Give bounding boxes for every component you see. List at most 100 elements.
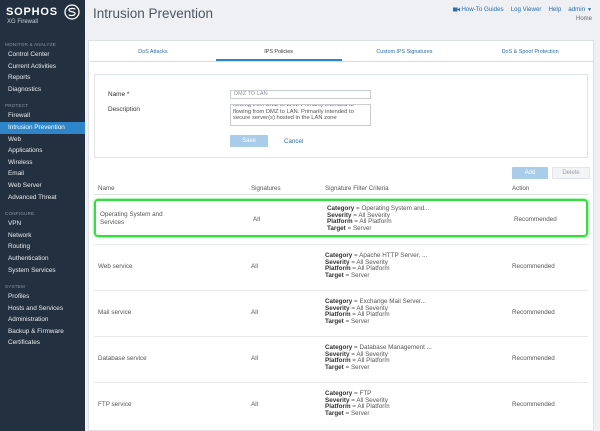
sidebar-item-advanced-threat[interactable]: Advanced Threat	[0, 192, 85, 204]
sidebar-item-intrusion-prevention[interactable]: Intrusion Prevention	[0, 121, 85, 134]
home-link[interactable]: Home	[576, 16, 592, 22]
page-title: Intrusion Prevention	[93, 6, 214, 21]
sidebar-item-vpn[interactable]: VPN	[0, 218, 85, 230]
rule-criteria: Category = FTP Severity = All Severity P…	[325, 390, 390, 417]
brand: SOPHOS XG Firewall	[0, 0, 85, 34]
rule-criteria: Category = Apache HTTP Server, ... Sever…	[325, 252, 427, 279]
help-link[interactable]: Help	[548, 6, 561, 13]
table-row[interactable]: Database service All Category = Database…	[94, 336, 588, 380]
rule-name: Mail service	[98, 309, 132, 316]
tab-dos-spoof-protection[interactable]: DoS & Spoof Protection	[467, 44, 593, 61]
sidebar-section-title: Protect	[5, 103, 29, 109]
sidebar-item-current-activities[interactable]: Current Activities	[0, 61, 85, 73]
sidebar-section-protect: Protect Firewall Intrusion Prevention We…	[0, 102, 85, 203]
rule-name: Web service	[98, 263, 133, 270]
sidebar-item-web[interactable]: Web	[0, 134, 85, 146]
description-textarea[interactable]: flowing from DMZ to LAN. Primarily inten…	[230, 104, 371, 126]
sidebar-section-title: System	[5, 284, 26, 290]
sidebar-section-system: System Profiles Hosts and Services Admin…	[0, 283, 85, 349]
rule-action: Recommended	[512, 309, 555, 316]
table-row[interactable]: FTP service All Category = FTP Severity …	[94, 382, 588, 426]
description-label: Description	[108, 106, 140, 113]
sidebar-item-control-center[interactable]: Control Center	[0, 49, 85, 61]
criteria-target: = Server	[345, 317, 370, 325]
sidebar: SOPHOS XG Firewall Monitor & Analyze Con…	[0, 0, 85, 431]
sidebar-item-administration[interactable]: Administration	[0, 314, 85, 326]
sidebar-item-certificates[interactable]: Certificates	[0, 337, 85, 349]
rule-action: Recommended	[512, 263, 555, 270]
criteria-key-target: Target	[325, 409, 344, 417]
header: Intrusion Prevention How-To Guides Log V…	[85, 0, 600, 33]
table-row[interactable]: Operating System and Services All Catego…	[94, 199, 588, 237]
rule-action: Recommended	[512, 355, 555, 362]
name-label: Name *	[108, 91, 130, 98]
sidebar-item-hosts-and-services[interactable]: Hosts and Services	[0, 303, 85, 315]
rule-criteria: Category = Operating System and... Sever…	[327, 205, 429, 232]
sidebar-item-firewall[interactable]: Firewall	[0, 110, 85, 122]
rule-action: Recommended	[514, 216, 557, 223]
rule-criteria: Category = Database Management ... Sever…	[325, 344, 432, 371]
tab-dos-attacks[interactable]: DoS Attacks	[90, 44, 216, 61]
sidebar-item-email[interactable]: Email	[0, 168, 85, 180]
log-viewer-link[interactable]: Log Viewer	[511, 6, 542, 13]
table-row[interactable]: Web service All Category = Apache HTTP S…	[94, 244, 588, 288]
criteria-target: = Server	[345, 363, 370, 371]
criteria-target: = Server	[345, 271, 370, 279]
criteria-target: = Server	[345, 409, 370, 417]
description-text: flowing from DMZ to LAN. Primarily inten…	[233, 104, 354, 122]
sidebar-item-system-services[interactable]: System Services	[0, 265, 85, 277]
tab-ips-policies[interactable]: IPS Policies	[215, 44, 342, 61]
sidebar-section-configure: Configure VPN Network Routing Authentica…	[0, 210, 85, 276]
criteria-key-target: Target	[325, 363, 344, 371]
sidebar-item-routing[interactable]: Routing	[0, 241, 85, 253]
tab-custom-ips-signatures[interactable]: Custom IPS Signatures	[342, 44, 468, 61]
rule-signatures: All	[253, 216, 260, 223]
sidebar-item-reports[interactable]: Reports	[0, 72, 85, 84]
column-header-signatures[interactable]: Signatures	[251, 185, 281, 192]
table-header: Name Signatures Signature Filter Criteri…	[94, 183, 588, 195]
rule-signatures: All	[251, 309, 258, 316]
criteria-key-target: Target	[325, 317, 344, 325]
delete-button[interactable]: Delete	[552, 167, 590, 179]
rule-signatures: All	[251, 401, 258, 408]
sidebar-item-applications[interactable]: Applications	[0, 145, 85, 157]
admin-label: admin	[568, 6, 586, 13]
sidebar-item-backup-firmware[interactable]: Backup & Firmware	[0, 326, 85, 338]
admin-menu[interactable]: admin ▼	[568, 6, 592, 13]
sidebar-item-wireless[interactable]: Wireless	[0, 157, 85, 169]
criteria-key-target: Target	[325, 271, 344, 279]
save-button[interactable]: Save	[230, 135, 268, 147]
caret-down-icon: ▼	[587, 7, 592, 13]
criteria-key-target: Target	[327, 224, 346, 232]
tab-bar: DoS Attacks IPS Policies Custom IPS Sign…	[90, 44, 593, 62]
rule-criteria: Category = Exchange Mail Server... Sever…	[325, 298, 426, 325]
sidebar-section-monitor: Monitor & Analyze Control Center Current…	[0, 41, 85, 95]
header-links: How-To Guides Log Viewer Help admin ▼	[453, 6, 592, 13]
add-button[interactable]: Add	[512, 167, 548, 179]
rule-name: Database service	[98, 355, 147, 362]
sidebar-item-profiles[interactable]: Profiles	[0, 291, 85, 303]
table-row[interactable]: Mail service All Category = Exchange Mai…	[94, 290, 588, 334]
column-header-action[interactable]: Action	[512, 185, 529, 192]
sidebar-item-web-server[interactable]: Web Server	[0, 180, 85, 192]
name-input[interactable]: DMZ TO LAN	[230, 90, 371, 99]
rule-name: Operating System and Services	[100, 211, 163, 226]
how-to-guides-label: How-To Guides	[461, 6, 504, 13]
sophos-logo-icon	[64, 4, 80, 20]
column-header-criteria[interactable]: Signature Filter Criteria	[325, 185, 389, 192]
video-camera-icon	[453, 7, 461, 12]
rule-name: FTP service	[98, 401, 132, 408]
sidebar-section-title: Configure	[5, 211, 35, 217]
sidebar-item-network[interactable]: Network	[0, 230, 85, 242]
criteria-target: = Server	[347, 224, 372, 232]
cancel-button[interactable]: Cancel	[284, 138, 303, 145]
rule-signatures: All	[251, 263, 258, 270]
sidebar-item-diagnostics[interactable]: Diagnostics	[0, 84, 85, 96]
rule-signatures: All	[251, 355, 258, 362]
policy-form: Name * DMZ TO LAN Description flowing fr…	[94, 74, 588, 158]
how-to-guides-link[interactable]: How-To Guides	[453, 6, 504, 13]
sidebar-section-title: Monitor & Analyze	[5, 42, 56, 47]
rule-action: Recommended	[512, 401, 555, 408]
column-header-name[interactable]: Name	[98, 185, 115, 192]
sidebar-item-authentication[interactable]: Authentication	[0, 253, 85, 265]
